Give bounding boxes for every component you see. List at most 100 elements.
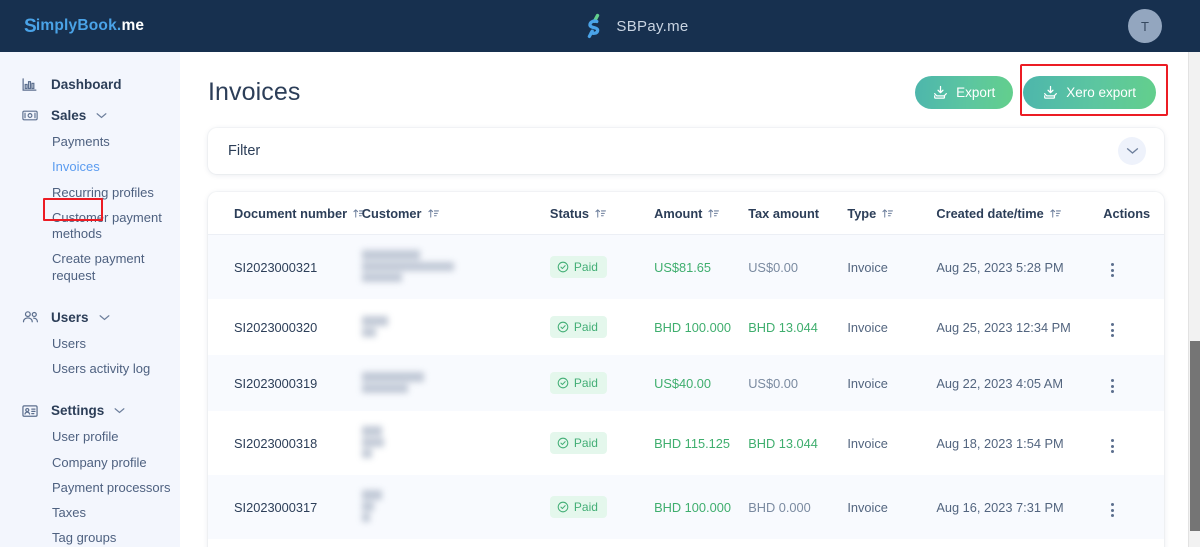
cell-type: Invoice <box>847 499 888 515</box>
export-button-label: Export <box>956 85 996 100</box>
app-root: Simply Book. me SBPay.me T Dashboard Sal… <box>0 0 1200 547</box>
sidebar-item-users[interactable]: Users <box>52 332 86 357</box>
column-header-amount[interactable]: Amount <box>654 192 749 235</box>
cell-type: Invoice <box>847 375 888 391</box>
sidebar-item-settings[interactable]: Settings <box>0 396 180 425</box>
customer-name-redacted <box>361 250 544 282</box>
cell-tax-amount: BHD 0.000 <box>748 499 811 515</box>
column-label-tax-amount: Tax amount <box>748 206 820 221</box>
sidebar-label-users: Users <box>51 309 89 325</box>
row-actions-menu-icon[interactable] <box>1103 436 1122 456</box>
check-circle-icon <box>557 437 569 449</box>
page-scrollbar[interactable] <box>1188 52 1200 547</box>
column-label-actions: Actions <box>1103 206 1151 221</box>
column-header-tax-amount[interactable]: Tax amount <box>748 192 848 235</box>
avatar[interactable]: T <box>1128 9 1162 43</box>
column-header-created-datetime[interactable]: Created date/time <box>936 192 1104 235</box>
sidebar-item-users-activity-log[interactable]: Users activity log <box>52 357 150 382</box>
sidebar-item-sales[interactable]: Sales <box>0 101 180 130</box>
row-actions-menu-icon[interactable] <box>1103 376 1122 396</box>
cell-status: Paid <box>549 299 654 355</box>
sidebar-item-dashboard[interactable]: Dashboard <box>0 70 180 99</box>
sidebar-item-create-payment-request[interactable]: Create payment request <box>52 247 172 289</box>
cell-actions <box>1103 539 1164 547</box>
user-menu[interactable]: T <box>1090 9 1200 43</box>
column-header-status[interactable]: Status <box>549 192 655 235</box>
sidebar-subitems-sales: Payments Invoices Recurring profiles Cus… <box>0 130 180 289</box>
cell-status: Paid <box>549 355 654 411</box>
invoices-table-card: Document number Customer Status Amount T… <box>208 192 1164 547</box>
table-row[interactable]: SI2023000321 Paid US$81.65 US$0.00 Invoice Au… <box>208 234 1164 299</box>
status-badge: Paid <box>549 432 607 454</box>
column-header-type[interactable]: Type <box>847 192 937 235</box>
logo-book-text: Book <box>77 17 117 34</box>
sidebar-group-sales: Sales Payments Invoices Recurring profil… <box>0 101 180 289</box>
cell-created-datetime: Aug 18, 2023 1:54 PM <box>936 435 1064 451</box>
cell-tax-amount: US$0.00 <box>748 259 798 275</box>
sidebar-item-payment-processors[interactable]: Payment processors <box>52 476 171 501</box>
product-name-label: SBPay.me <box>616 17 689 35</box>
sidebar-subitems-users: Users Users activity log <box>0 332 180 383</box>
row-actions-menu-icon[interactable] <box>1103 500 1122 520</box>
chevron-down-icon-users[interactable] <box>99 314 110 321</box>
sidebar-item-company-profile[interactable]: Company profile <box>52 451 147 476</box>
cell-tax-amount: US$0.00 <box>748 375 798 391</box>
check-circle-icon <box>557 377 569 389</box>
scrollbar-thumb[interactable] <box>1190 341 1200 531</box>
sort-icon-type[interactable] <box>882 208 894 219</box>
table-row[interactable]: SI2023000320 Paid BHD 100.000 BHD 13.044 Inv… <box>208 299 1164 355</box>
sidebar-item-invoices[interactable]: Invoices <box>52 155 100 180</box>
export-icon <box>934 85 948 99</box>
sidebar-item-taxes[interactable]: Taxes <box>52 501 86 526</box>
cell-status: Paid <box>549 411 654 475</box>
sort-icon-status[interactable] <box>595 208 606 219</box>
sort-icon-customer[interactable] <box>427 208 439 219</box>
product-switcher[interactable]: SBPay.me <box>180 13 1090 39</box>
cell-actions <box>1103 475 1164 539</box>
sort-icon-created-datetime[interactable] <box>1050 208 1061 219</box>
table-row[interactable]: SI2023000318 Paid BHD 115.125 BHD 13.044 Inv… <box>208 411 1164 475</box>
top-bar: Simply Book. me SBPay.me T <box>0 0 1200 52</box>
chevron-down-icon-settings[interactable] <box>114 407 125 414</box>
xero-export-button[interactable]: Xero export <box>1023 76 1156 109</box>
column-header-customer[interactable]: Customer <box>361 192 550 235</box>
status-badge-label: Paid <box>573 320 598 334</box>
row-actions-menu-icon[interactable] <box>1103 320 1122 340</box>
cell-document-number: SI2023000316 <box>208 539 362 547</box>
cell-actions <box>1103 411 1164 475</box>
sidebar-item-payments[interactable]: Payments <box>52 130 110 155</box>
check-circle-icon <box>557 501 569 513</box>
sidebar-label-settings: Settings <box>51 403 105 419</box>
table-row[interactable]: SI2023000316 PaidUS$100.00US$13.04Invoice… <box>208 539 1164 547</box>
column-header-document-number[interactable]: Document number <box>208 192 365 235</box>
export-button[interactable]: Export <box>915 76 1014 109</box>
cell-type: Invoice <box>847 435 888 451</box>
sidebar-group-dashboard: Dashboard <box>0 70 180 99</box>
cell-customer <box>361 355 550 411</box>
table-row[interactable]: SI2023000317 Paid BHD 100.000 BHD 0.000 Invo… <box>208 475 1164 539</box>
customer-name-redacted <box>361 371 544 393</box>
sidebar-group-users: Users Users Users activity log <box>0 303 180 383</box>
table-body: SI2023000321 Paid US$81.65 US$0.00 Invoice Au… <box>208 234 1164 547</box>
simplybook-logo[interactable]: Simply Book. me <box>0 17 180 36</box>
row-actions-menu-icon[interactable] <box>1103 260 1122 280</box>
logo-s-glyph: S <box>24 15 37 37</box>
page-header: Invoices Export Xero export <box>208 52 1168 116</box>
sidebar-item-customer-payment-methods[interactable]: Customer payment methods <box>52 206 172 248</box>
filter-chevron-down-icon[interactable] <box>1118 137 1146 165</box>
status-badge-label: Paid <box>573 436 598 450</box>
cell-created-datetime: Aug 22, 2023 4:05 AM <box>936 375 1063 391</box>
check-circle-icon <box>557 321 569 333</box>
sidebar-item-tag-groups[interactable]: Tag groups <box>52 526 116 547</box>
sidebar-item-users-group[interactable]: Users <box>0 303 180 332</box>
sidebar-item-user-profile[interactable]: User profile <box>52 425 118 450</box>
cell-tax-amount: US$13.04 <box>748 539 847 547</box>
cell-customer <box>362 539 550 547</box>
id-card-icon <box>22 404 44 418</box>
table-row[interactable]: SI2023000319 Paid US$40.00 US$0.00 Invoice Au… <box>208 355 1164 411</box>
sort-icon-amount[interactable] <box>708 208 720 219</box>
cell-type: Invoice <box>847 319 888 335</box>
sidebar-item-recurring-profiles[interactable]: Recurring profiles <box>52 181 154 206</box>
chevron-down-icon[interactable] <box>96 112 107 119</box>
filter-panel[interactable]: Filter <box>208 128 1164 174</box>
